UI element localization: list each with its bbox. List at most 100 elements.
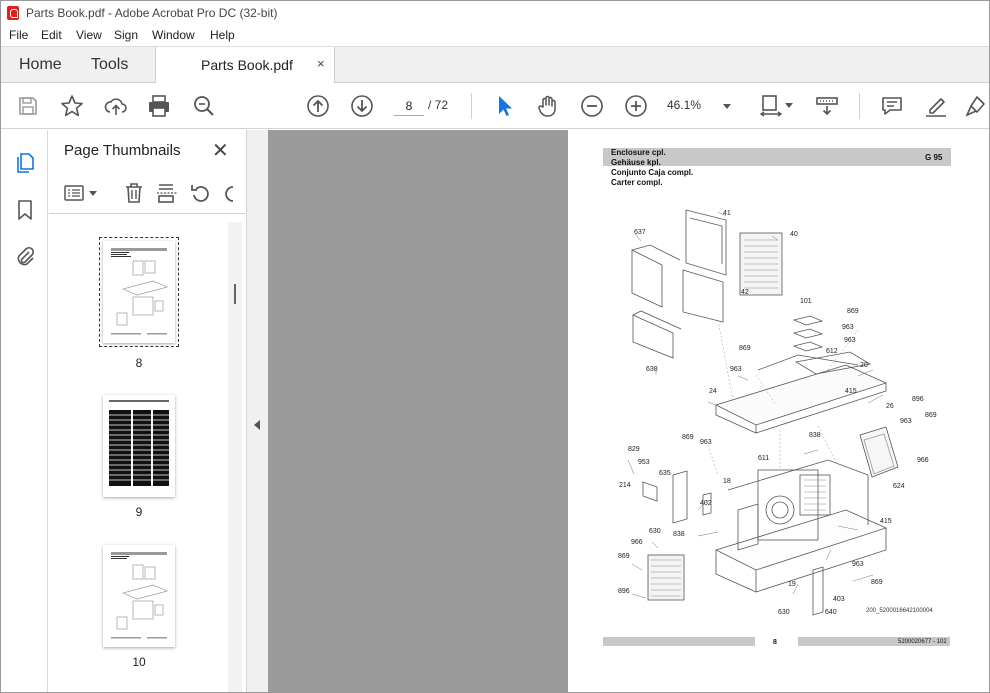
zoom-dropdown-chevron-icon[interactable] <box>723 104 731 109</box>
page-total: / 72 <box>428 98 449 112</box>
print-icon[interactable] <box>146 93 172 119</box>
header-line-es: Conjunto Caja compl. <box>611 168 694 177</box>
part-label: 963 <box>852 561 864 568</box>
part-label: 869 <box>871 579 883 586</box>
page-up-icon[interactable] <box>305 93 331 119</box>
part-label: 611 <box>758 455 770 462</box>
bookmarks-icon[interactable] <box>13 198 37 222</box>
part-label: 963 <box>844 337 856 344</box>
part-label: 963 <box>900 418 912 425</box>
upload-icon[interactable] <box>103 93 129 119</box>
tab-tools[interactable]: Tools <box>91 56 128 74</box>
part-label: 630 <box>649 528 661 535</box>
part-label: 963 <box>730 366 742 373</box>
options-chevron-icon[interactable] <box>89 191 97 196</box>
thumbnail-label-10: 10 <box>132 655 146 669</box>
comment-icon[interactable] <box>879 93 905 119</box>
acrobat-window: Parts Book.pdf - Adobe Acrobat Pro DC (3… <box>0 0 990 693</box>
rotate-right-icon[interactable] <box>221 181 233 205</box>
footer-reference: 5200020677 - 102 <box>898 639 947 645</box>
zoom-in-icon[interactable] <box>623 93 649 119</box>
toolbar-separator <box>471 93 472 119</box>
thumbnail-label-9: 9 <box>135 505 143 519</box>
part-label: 612 <box>826 348 838 355</box>
part-label: 41 <box>723 210 731 217</box>
part-label: 42 <box>741 289 749 296</box>
rotate-left-icon[interactable] <box>189 181 213 205</box>
part-label: 635 <box>659 470 671 477</box>
menu-edit[interactable]: Edit <box>41 28 62 42</box>
part-label: 963 <box>700 439 712 446</box>
tab-document[interactable]: Parts Book.pdf × <box>155 47 335 84</box>
part-label: 24 <box>709 388 717 395</box>
header-line-de: Gehäuse kpl. <box>611 158 661 167</box>
page-down-icon[interactable] <box>349 93 375 119</box>
collapse-pane-chevron-icon[interactable] <box>254 420 260 430</box>
part-label: 40 <box>790 231 798 238</box>
zoom-level[interactable]: 46.1% <box>667 98 715 112</box>
part-label: 896 <box>912 396 924 403</box>
part-label: 403 <box>833 596 845 603</box>
page-number-input[interactable] <box>394 96 424 116</box>
part-label: 953 <box>638 459 650 466</box>
bookmark-star-icon[interactable] <box>59 93 85 119</box>
save-icon[interactable] <box>15 93 41 119</box>
header-line-en: Enclosure cpl. <box>611 148 666 157</box>
main-toolbar: / 72 46.1% <box>1 83 989 129</box>
part-label: 415 <box>880 518 892 525</box>
close-pane-icon[interactable]: ✕ <box>212 138 229 163</box>
extract-pages-icon[interactable] <box>155 181 179 205</box>
acrobat-logo-icon <box>7 6 19 20</box>
select-pointer-icon[interactable] <box>491 93 517 119</box>
part-label: 640 <box>825 609 837 616</box>
part-label: 869 <box>682 434 694 441</box>
page-thumbnails-icon[interactable] <box>13 151 37 175</box>
highlight-pen-icon[interactable] <box>923 93 949 119</box>
zoom-out-icon[interactable] <box>579 93 605 119</box>
fit-dropdown-chevron-icon[interactable] <box>785 103 793 108</box>
search-zoom-icon[interactable] <box>191 93 217 119</box>
scrollbar-handle[interactable] <box>234 284 236 304</box>
menu-help[interactable]: Help <box>210 28 235 42</box>
header-line-fr: Carter compl. <box>611 178 663 187</box>
pane-splitter[interactable] <box>246 130 268 692</box>
menu-bar: File Edit View Sign Window Help <box>1 25 989 46</box>
part-label: 966 <box>917 457 929 464</box>
attachments-paperclip-icon[interactable] <box>13 245 37 269</box>
thumbnail-page-9[interactable] <box>103 395 175 497</box>
scroll-mode-icon[interactable] <box>814 93 840 119</box>
tab-close-icon[interactable]: × <box>317 56 325 71</box>
part-label: 101 <box>800 298 812 305</box>
part-label: 18 <box>723 478 731 485</box>
part-label: 415 <box>845 388 857 395</box>
menu-file[interactable]: File <box>9 28 28 42</box>
part-label: 966 <box>631 539 643 546</box>
options-menu-icon[interactable] <box>63 181 87 205</box>
part-label: 214 <box>619 482 631 489</box>
footer-page-number: 8 <box>773 639 777 646</box>
menu-view[interactable]: View <box>76 28 102 42</box>
hand-icon[interactable] <box>535 93 561 119</box>
thumbnail-page-8[interactable] <box>99 237 179 347</box>
part-label: 869 <box>847 308 859 315</box>
figure-id: 200_5200016642100004 <box>866 608 933 614</box>
part-label: 829 <box>628 446 640 453</box>
part-label: 869 <box>739 345 751 352</box>
part-label: 624 <box>893 483 905 490</box>
thumbnails-scrollbar[interactable] <box>228 222 242 692</box>
tab-home[interactable]: Home <box>19 56 62 74</box>
tab-bar: Home Tools Parts Book.pdf × <box>1 46 989 84</box>
part-label: 838 <box>673 531 685 538</box>
delete-trash-icon[interactable] <box>122 181 146 205</box>
document-viewport[interactable]: Enclosure cpl. Gehäuse kpl. Conjunto Caj… <box>268 130 989 692</box>
sign-icon[interactable] <box>963 93 989 119</box>
part-label: 869 <box>925 412 937 419</box>
menu-window[interactable]: Window <box>152 28 195 42</box>
thumbnail-page-10[interactable] <box>103 545 175 647</box>
part-label: 963 <box>842 324 854 331</box>
fit-page-icon[interactable] <box>758 93 784 119</box>
part-label: 402 <box>700 500 712 507</box>
part-label: 637 <box>634 229 646 236</box>
thumbnails-toolbar <box>49 174 245 214</box>
menu-sign[interactable]: Sign <box>114 28 138 42</box>
